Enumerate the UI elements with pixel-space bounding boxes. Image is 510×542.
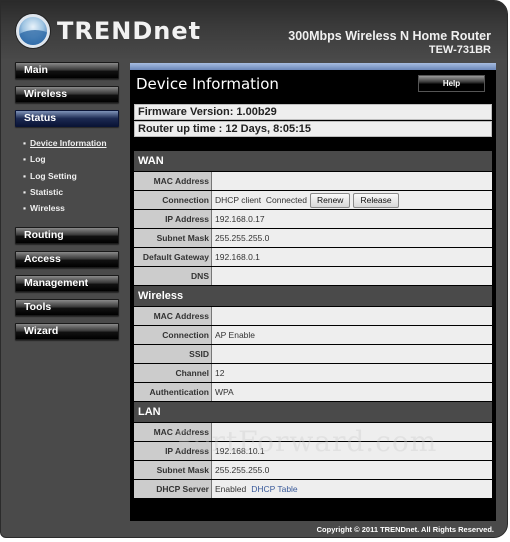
row-label: MAC Address — [134, 307, 212, 325]
help-button[interactable]: Help — [418, 75, 485, 92]
wireless-mac-address — [212, 307, 492, 325]
lan-subnet-mask: 255.255.255.0 — [212, 461, 492, 479]
row-label: Channel — [134, 364, 212, 382]
table-row: Subnet Mask 255.255.255.0 — [134, 229, 492, 247]
submenu-log-setting[interactable]: ▪ Log Setting — [23, 169, 119, 185]
wan-connection-cell: DHCP client Connected Renew Release — [212, 191, 492, 209]
wan-dns — [212, 267, 492, 285]
submenu-wireless[interactable]: ▪ Wireless — [23, 201, 119, 217]
row-label: Connection — [134, 191, 212, 209]
row-label: Default Gateway — [134, 248, 212, 266]
row-label: DHCP Server — [134, 480, 212, 498]
firmware-version: Firmware Version: 1.00b29 — [134, 104, 492, 120]
wan-ip-address: 192.168.0.17 — [212, 210, 492, 228]
dhcp-server-status: Enabled — [215, 484, 247, 494]
model-number: TEW-731BR — [428, 44, 491, 56]
sidebar-item-management[interactable]: Management — [15, 275, 119, 293]
header: TRENDnet 300Mbps Wireless N Home Router … — [1, 1, 507, 61]
table-row: Authentication WPA — [134, 383, 492, 401]
wireless-channel: 12 — [212, 364, 492, 382]
row-label: MAC Address — [134, 172, 212, 190]
wireless-authentication: WPA — [212, 383, 492, 401]
table-row: DNS — [134, 267, 492, 285]
sidebar-item-main[interactable]: Main — [15, 62, 119, 79]
sidebar-item-routing[interactable]: Routing — [15, 227, 119, 245]
sidebar-item-status[interactable]: Status — [15, 110, 119, 127]
page-title: Device Information — [136, 75, 279, 93]
router-uptime: Router up time : 12 Days, 8:05:15 — [134, 121, 492, 137]
trendnet-globe-icon — [16, 14, 50, 48]
lan-section-title: LAN — [134, 402, 492, 422]
release-button[interactable]: Release — [353, 192, 399, 208]
footer: Copyright © 2011 TRENDnet. All Rights Re… — [1, 521, 507, 537]
row-label: Subnet Mask — [134, 229, 212, 247]
table-row: SSID — [134, 345, 492, 363]
wan-subnet-mask: 255.255.255.0 — [212, 229, 492, 247]
table-row: IP Address 192.168.0.17 — [134, 210, 492, 228]
wireless-section-title: Wireless — [134, 286, 492, 306]
wan-default-gateway: 192.168.0.1 — [212, 248, 492, 266]
lan-dhcp-server-cell: Enabled DHCP Table — [212, 480, 492, 498]
sidebar-nav: Main Wireless Status ▪ Device Information… — [15, 62, 119, 347]
row-label: Connection — [134, 326, 212, 344]
row-label: IP Address — [134, 210, 212, 228]
submenu-log[interactable]: ▪ Log — [23, 152, 119, 168]
table-row: MAC Address — [134, 307, 492, 325]
content-panel: Device Information Help Firmware Version… — [130, 63, 496, 521]
row-label: MAC Address — [134, 423, 212, 441]
status-submenu: ▪ Device Information ▪ Log ▪ Log Setting ▪ S… — [15, 132, 119, 219]
sidebar-item-access[interactable]: Access — [15, 251, 119, 269]
sidebar-item-wizard[interactable]: Wizard — [15, 323, 119, 341]
row-label: DNS — [134, 267, 212, 285]
table-row: Connection DHCP client Connected Renew R… — [134, 191, 492, 209]
table-row: Channel 12 — [134, 364, 492, 382]
lan-mac-address — [212, 423, 492, 441]
submenu-device-information[interactable]: ▪ Device Information — [23, 136, 119, 152]
sidebar-item-wireless[interactable]: Wireless — [15, 86, 119, 103]
copyright-text: Copyright © 2011 TRENDnet. All Rights Re… — [316, 525, 494, 534]
brand-name: TRENDnet — [57, 17, 202, 45]
bullet-icon: ▪ — [23, 138, 27, 148]
bullet-icon: ▪ — [23, 170, 27, 181]
row-label: Authentication — [134, 383, 212, 401]
system-info: Firmware Version: 1.00b29 Router up time… — [134, 104, 492, 138]
dhcp-table-link[interactable]: DHCP Table — [251, 480, 297, 498]
bullet-icon: ▪ — [23, 203, 27, 214]
product-line: 300Mbps Wireless N Home Router — [288, 29, 491, 43]
table-row: MAC Address — [134, 423, 492, 441]
status-tables: WAN MAC Address Connection DHCP client C… — [134, 151, 492, 499]
renew-button[interactable]: Renew — [309, 192, 351, 208]
table-row: MAC Address — [134, 172, 492, 190]
table-row: Connection AP Enable — [134, 326, 492, 344]
wireless-connection: AP Enable — [212, 326, 492, 344]
row-label: SSID — [134, 345, 212, 363]
wan-mac-address — [212, 172, 492, 190]
wan-section-title: WAN — [134, 151, 492, 171]
table-row: IP Address 192.168.10.1 — [134, 442, 492, 460]
bullet-icon: ▪ — [23, 154, 27, 165]
product-info: 300Mbps Wireless N Home Router TEW-731BR — [288, 29, 491, 56]
table-row: Subnet Mask 255.255.255.0 — [134, 461, 492, 479]
wan-connection-status: DHCP client Connected — [215, 195, 307, 205]
table-row: Default Gateway 192.168.0.1 — [134, 248, 492, 266]
sidebar-item-tools[interactable]: Tools — [15, 299, 119, 317]
lan-ip-address: 192.168.10.1 — [212, 442, 492, 460]
row-label: Subnet Mask — [134, 461, 212, 479]
bullet-icon: ▪ — [23, 186, 27, 197]
table-row: DHCP Server Enabled DHCP Table — [134, 480, 492, 498]
router-admin-frame: TRENDnet 300Mbps Wireless N Home Router … — [0, 0, 508, 538]
row-label: IP Address — [134, 442, 212, 460]
wireless-ssid — [212, 345, 492, 363]
brand-logo: TRENDnet — [16, 14, 201, 48]
submenu-statistic[interactable]: ▪ Statistic — [23, 185, 119, 201]
content-accent-bar — [130, 63, 496, 70]
